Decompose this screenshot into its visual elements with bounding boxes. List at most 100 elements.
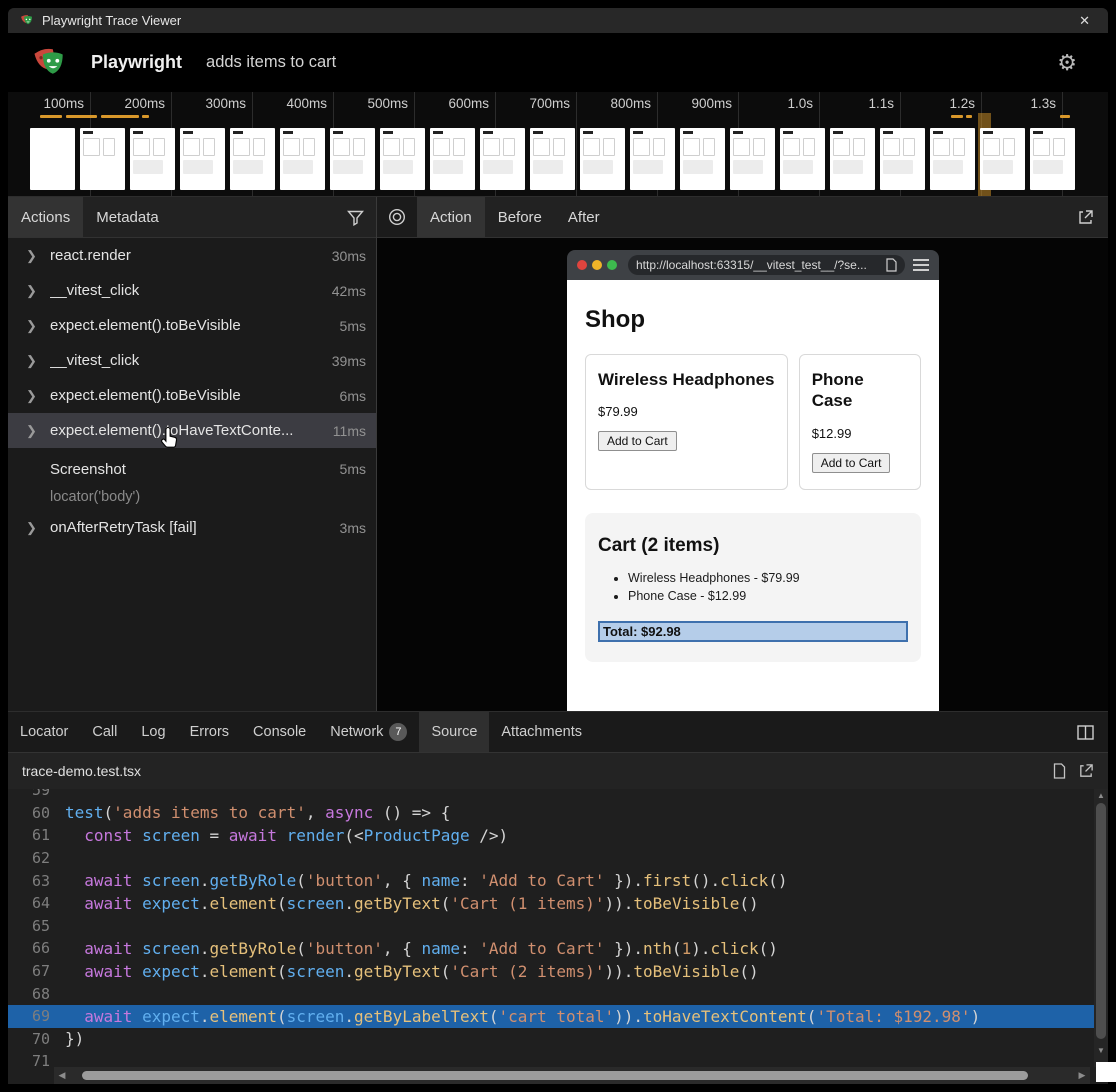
tab-log[interactable]: Log	[129, 712, 177, 752]
timeline-thumbnail[interactable]	[330, 128, 375, 190]
code-token: (	[807, 1007, 817, 1026]
tab-after[interactable]: After	[555, 197, 613, 237]
action-row[interactable]: ❯expect.element().toBeVisible6ms	[8, 378, 376, 413]
timeline-thumbnail[interactable]	[930, 128, 975, 190]
filter-icon[interactable]	[347, 209, 364, 226]
code-line-highlighted[interactable]: 69 await expect.element(screen.getByLabe…	[8, 1005, 1108, 1028]
code-line[interactable]: 61 const screen = await render(<ProductP…	[8, 824, 1108, 847]
thumbnail-sketch	[333, 131, 343, 134]
chevron-right-icon[interactable]: ❯	[26, 388, 50, 404]
gear-icon[interactable]: ⚙	[1057, 52, 1077, 74]
chevron-right-icon[interactable]: ❯	[26, 283, 50, 299]
timeline-thumbnail[interactable]	[380, 128, 425, 190]
add-to-cart-button[interactable]: Add to Cart	[812, 453, 891, 473]
vertical-scroll-thumb[interactable]	[1096, 803, 1106, 1039]
tab-call[interactable]: Call	[80, 712, 129, 752]
tab-actions[interactable]: Actions	[8, 197, 83, 237]
code-token: async	[325, 803, 373, 822]
tab-source[interactable]: Source	[419, 712, 489, 752]
add-to-cart-button[interactable]: Add to Cart	[598, 431, 677, 451]
code-line[interactable]: 65	[8, 915, 1108, 938]
timeline-thumbnail[interactable]	[180, 128, 225, 190]
tab-action[interactable]: Action	[417, 197, 485, 237]
copy-source-icon[interactable]	[1053, 763, 1066, 779]
timeline-thumbnail[interactable]	[630, 128, 675, 190]
code-line[interactable]: 70})	[8, 1028, 1108, 1051]
code-token: (	[277, 962, 287, 981]
timeline-thumbnail[interactable]	[680, 128, 725, 190]
timeline-thumbnail[interactable]	[30, 128, 75, 190]
action-row[interactable]: ❯__vitest_click42ms	[8, 273, 376, 308]
chevron-right-icon[interactable]: ❯	[26, 423, 50, 439]
tab-errors[interactable]: Errors	[178, 712, 241, 752]
scroll-left-arrow[interactable]: ◀	[54, 1070, 70, 1081]
chevron-right-icon[interactable]: ❯	[26, 353, 50, 369]
code-token: toBeVisible	[633, 894, 739, 913]
code-line[interactable]: 68	[8, 982, 1108, 1005]
open-source-external-icon[interactable]	[1078, 763, 1094, 779]
code-line[interactable]: 60test('adds items to cart', async () =>…	[8, 802, 1108, 825]
code-token: .	[344, 1007, 354, 1026]
timeline-thumbnail[interactable]	[130, 128, 175, 190]
action-row[interactable]: ❯expect.element().toBeVisible5ms	[8, 308, 376, 343]
code-line[interactable]: 64 await expect.element(screen.getByText…	[8, 892, 1108, 915]
horizontal-scrollbar[interactable]: ◀ ▶	[54, 1067, 1090, 1084]
timeline-thumbnail[interactable]	[780, 128, 825, 190]
timeline-tick-label: 1.3s	[984, 96, 1056, 111]
address-bar[interactable]: http://localhost:63315/__vitest_test__/?…	[628, 255, 905, 275]
code-token	[65, 826, 84, 845]
chevron-right-icon[interactable]: ❯	[26, 520, 50, 536]
timeline-thumbnail[interactable]	[230, 128, 275, 190]
timeline-thumbnail[interactable]	[1030, 128, 1075, 190]
split-view-icon[interactable]	[1077, 725, 1094, 740]
tab-locator[interactable]: Locator	[8, 712, 80, 752]
timeline-activity-bar	[101, 115, 139, 118]
timeline-thumbnail[interactable]	[80, 128, 125, 190]
code-line[interactable]: 66 await screen.getByRole('button', { na…	[8, 937, 1108, 960]
action-row[interactable]: ❯onAfterRetryTask [fail]3ms	[8, 510, 376, 545]
action-row[interactable]: ❯expect.element().toHaveTextConte...11ms	[8, 413, 376, 448]
chevron-right-icon[interactable]: ❯	[26, 318, 50, 334]
horizontal-scroll-thumb[interactable]	[82, 1071, 1028, 1080]
code-line[interactable]: 67 await expect.element(screen.getByText…	[8, 960, 1108, 983]
vertical-scrollbar[interactable]: ▲ ▼	[1094, 789, 1108, 1067]
action-row[interactable]: ❯__vitest_click39ms	[8, 343, 376, 378]
timeline-thumbnail[interactable]	[530, 128, 575, 190]
timeline[interactable]: 100ms200ms300ms400ms500ms600ms700ms800ms…	[8, 92, 1108, 197]
tab-attachments[interactable]: Attachments	[489, 712, 594, 752]
open-external-icon[interactable]	[1077, 209, 1094, 226]
action-row[interactable]: ❯react.render30ms	[8, 238, 376, 273]
timeline-thumbnail[interactable]	[980, 128, 1025, 190]
bottom-panel: LocatorCallLogErrorsConsoleNetwork7Sourc…	[8, 712, 1108, 1084]
tab-console[interactable]: Console	[241, 712, 318, 752]
chevron-right-icon[interactable]: ❯	[26, 248, 50, 264]
thumbnail-sketch	[183, 138, 222, 156]
scroll-down-arrow[interactable]: ▼	[1094, 1046, 1108, 1055]
close-icon[interactable]: ✕	[1071, 13, 1098, 29]
timeline-thumbnail[interactable]	[880, 128, 925, 190]
code-line[interactable]: 62	[8, 847, 1108, 870]
timeline-thumbnail[interactable]	[830, 128, 875, 190]
code-token	[65, 894, 84, 913]
timeline-thumbnail[interactable]	[580, 128, 625, 190]
scroll-up-arrow[interactable]: ▲	[1094, 791, 1108, 800]
timeline-thumbnail[interactable]	[480, 128, 525, 190]
action-row[interactable]: Screenshot5ms	[8, 448, 376, 484]
target-box[interactable]	[377, 197, 417, 237]
copy-url-icon[interactable]	[885, 258, 897, 272]
tab-network[interactable]: Network7	[318, 712, 419, 752]
browser-menu-icon[interactable]	[913, 259, 929, 271]
tab-before[interactable]: Before	[485, 197, 555, 237]
code-token: )).	[605, 894, 634, 913]
code-line[interactable]: 63 await screen.getByRole('button', { na…	[8, 869, 1108, 892]
code-editor[interactable]: 5960test('adds items to cart', async () …	[8, 789, 1108, 1084]
tab-metadata[interactable]: Metadata	[83, 197, 172, 237]
timeline-thumbnail[interactable]	[430, 128, 475, 190]
scroll-right-arrow[interactable]: ▶	[1074, 1070, 1090, 1081]
code-line[interactable]: 59	[8, 789, 1108, 802]
timeline-thumbnail[interactable]	[280, 128, 325, 190]
timeline-thumbnail[interactable]	[730, 128, 775, 190]
action-locator: locator('body')	[8, 484, 376, 510]
thumbnail-sketch	[683, 131, 693, 134]
code-token	[132, 939, 142, 958]
